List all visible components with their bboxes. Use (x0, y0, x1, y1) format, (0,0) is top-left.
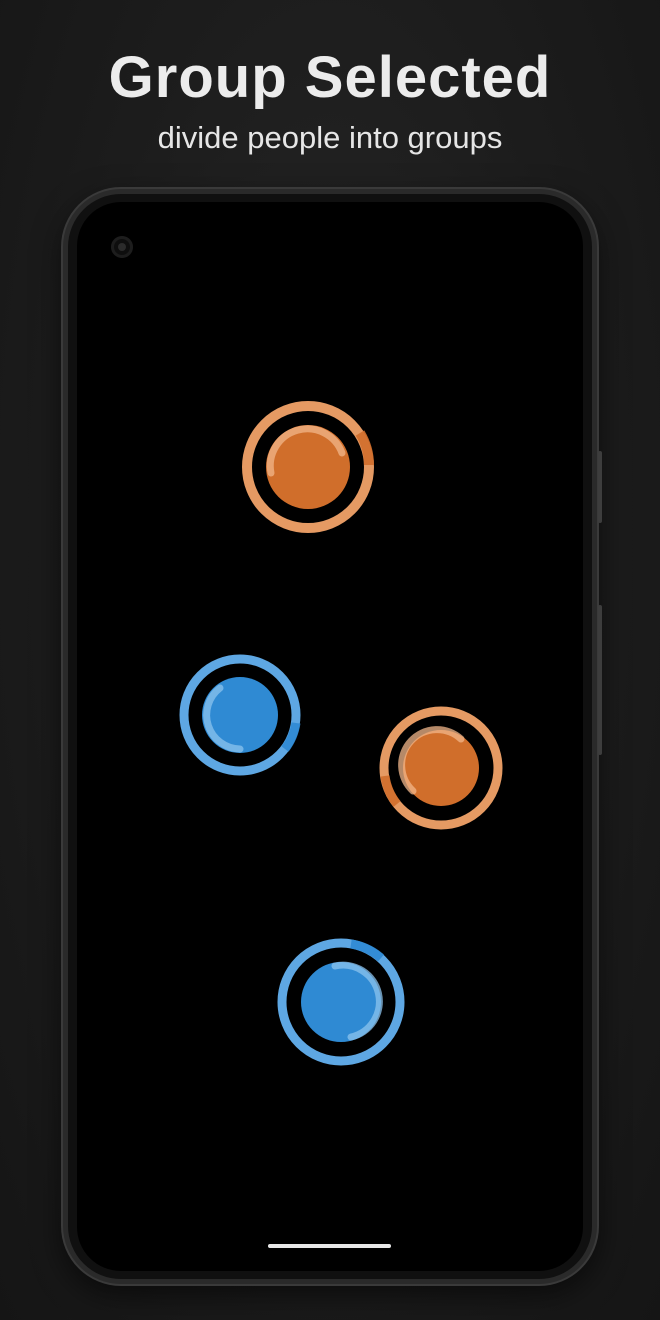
touch-point-blue-left[interactable] (179, 654, 301, 776)
app-screen[interactable] (77, 202, 583, 1271)
touch-point-blue-bottom[interactable] (277, 938, 405, 1066)
touch-point-orange-right[interactable] (379, 706, 503, 830)
phone-frame (63, 189, 602, 1284)
page-title: Group Selected (108, 45, 552, 110)
volume-button (598, 605, 602, 755)
touch-point-orange-top[interactable] (242, 401, 374, 533)
page-subtitle: divide people into groups (157, 120, 503, 155)
power-button (598, 451, 602, 523)
home-indicator[interactable] (268, 1244, 391, 1248)
touch-area[interactable] (77, 202, 583, 1271)
